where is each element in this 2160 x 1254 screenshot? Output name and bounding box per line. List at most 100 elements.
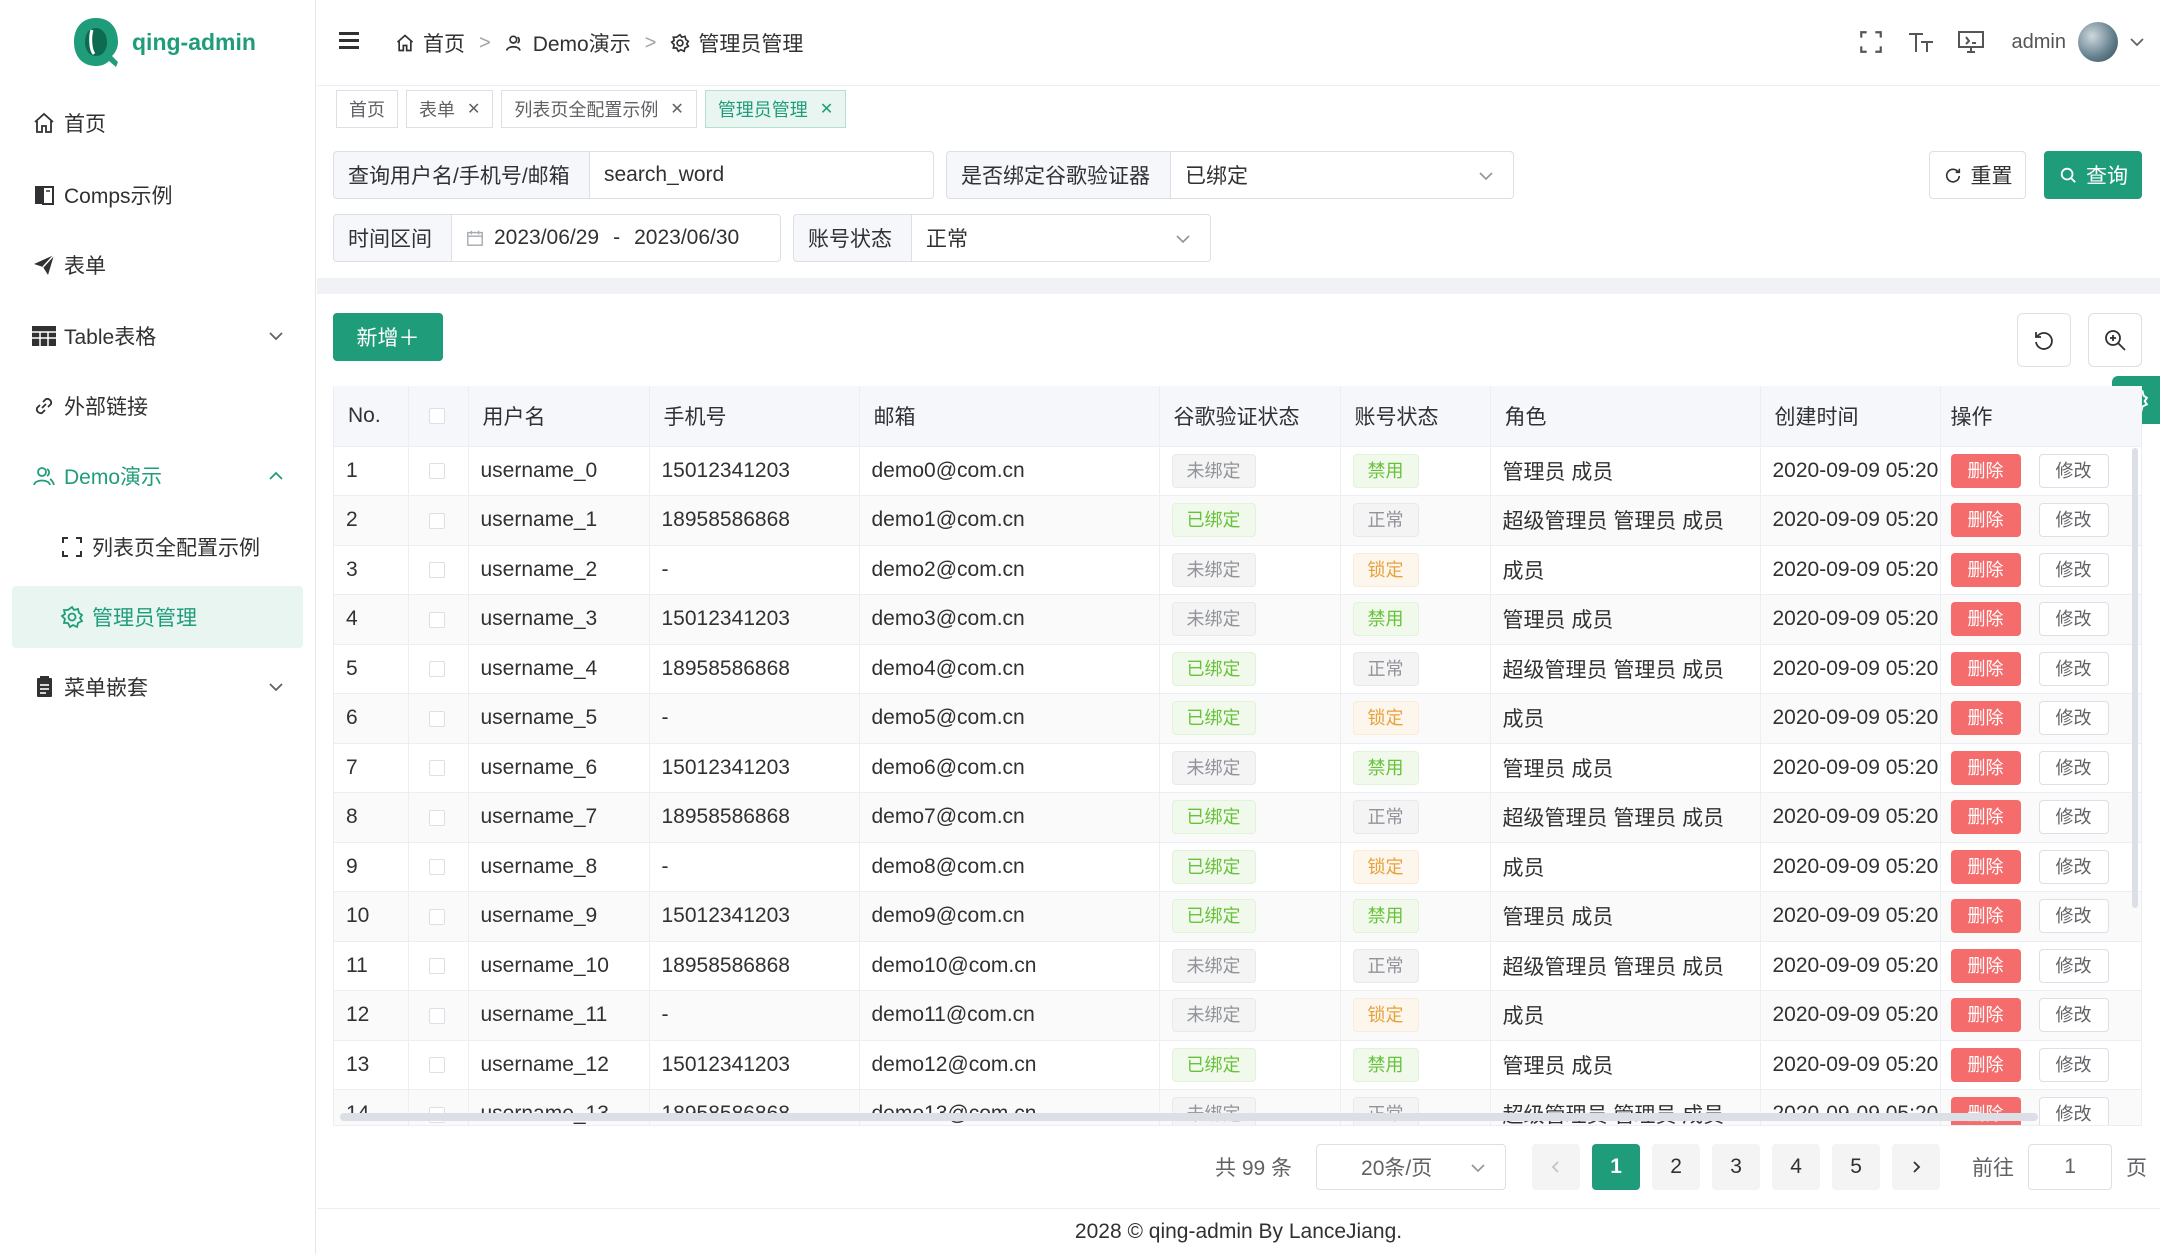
date-range-start[interactable]: 2023/06/29 (494, 226, 599, 250)
delete-button[interactable]: 删除 (1950, 948, 2021, 983)
column-header-username[interactable]: 用户名 (468, 386, 650, 447)
delete-button[interactable]: 删除 (1950, 998, 2021, 1033)
add-button[interactable]: 新增＋ (333, 313, 443, 361)
edit-button[interactable]: 修改 (2038, 701, 2109, 736)
row-checkbox[interactable] (428, 463, 445, 480)
cell-select[interactable] (408, 990, 469, 1041)
delete-button[interactable]: 删除 (1950, 1097, 2021, 1125)
sidebar-item-home[interactable]: 首页 (12, 92, 303, 154)
fullscreen-icon[interactable] (1856, 27, 1886, 57)
column-header-roles[interactable]: 角色 (1490, 386, 1761, 447)
column-header-phone[interactable]: 手机号 (649, 386, 860, 447)
delete-button[interactable]: 删除 (1950, 552, 2021, 587)
delete-button[interactable]: 删除 (1950, 701, 2021, 736)
date-range-picker[interactable]: 2023/06/29 - 2023/06/30 (451, 214, 781, 262)
row-checkbox[interactable] (428, 760, 445, 777)
account-status-select[interactable]: 正常 (911, 214, 1211, 262)
cell-select[interactable] (408, 743, 469, 793)
cell-select[interactable] (408, 693, 469, 744)
delete-button[interactable]: 删除 (1950, 602, 2021, 637)
cell-select[interactable] (408, 545, 469, 595)
screen-lock-icon[interactable] (1956, 27, 1986, 57)
next-page-button[interactable] (1892, 1144, 1941, 1190)
refresh-table-button[interactable] (2017, 313, 2071, 367)
prev-page-button[interactable] (1532, 1144, 1581, 1190)
page-button-2[interactable]: 2 (1652, 1144, 1701, 1190)
zoom-search-button[interactable] (2088, 313, 2142, 367)
delete-button[interactable]: 删除 (1950, 453, 2021, 488)
cell-select[interactable] (408, 792, 469, 843)
google-bind-select[interactable]: 已绑定 (1170, 151, 1514, 199)
query-button[interactable]: 查询 (2044, 151, 2142, 199)
page-size-select[interactable]: 20条/页 (1316, 1144, 1507, 1190)
menu-toggle-icon[interactable] (339, 32, 359, 50)
font-size-icon[interactable] (1906, 27, 1936, 57)
sidebar-item-list-demo[interactable]: 列表页全配置示例 (12, 516, 303, 578)
sidebar-item-admin-manage[interactable]: 管理员管理 (12, 586, 303, 648)
tag-form[interactable]: 表单 ✕ (406, 90, 494, 128)
column-header-no[interactable]: No. (334, 386, 409, 447)
cell-select[interactable] (408, 941, 469, 991)
breadcrumb-item-home[interactable]: 首页 (395, 28, 465, 58)
close-icon[interactable]: ✕ (820, 99, 833, 119)
sidebar-item-demo[interactable]: Demo演示 (12, 445, 303, 507)
close-icon[interactable]: ✕ (467, 99, 480, 119)
delete-button[interactable]: 删除 (1950, 651, 2021, 686)
row-checkbox[interactable] (428, 859, 445, 876)
horizontal-scrollbar[interactable] (340, 1113, 2038, 1121)
sidebar-item-external-link[interactable]: 外部链接 (12, 375, 303, 437)
avatar[interactable] (2078, 22, 2118, 62)
user-name[interactable]: admin (2012, 31, 2066, 54)
sidebar-item-form[interactable]: 表单 (12, 234, 303, 296)
tag-admin-manage[interactable]: 管理员管理 ✕ (704, 90, 847, 128)
cell-select[interactable] (408, 446, 469, 496)
edit-button[interactable]: 修改 (2038, 503, 2109, 538)
chevron-down-icon[interactable] (2128, 33, 2146, 51)
row-checkbox[interactable] (428, 661, 445, 678)
row-checkbox[interactable] (428, 1007, 445, 1024)
delete-button[interactable]: 删除 (1950, 1047, 2021, 1082)
edit-button[interactable]: 修改 (2038, 602, 2109, 637)
sidebar-item-table[interactable]: Table表格 (12, 305, 303, 367)
edit-button[interactable]: 修改 (2038, 800, 2109, 835)
column-header-created[interactable]: 创建时间 (1760, 386, 1941, 447)
page-button-4[interactable]: 4 (1772, 1144, 1821, 1190)
delete-button[interactable]: 删除 (1950, 800, 2021, 835)
cell-select[interactable] (408, 891, 469, 942)
edit-button[interactable]: 修改 (2038, 899, 2109, 934)
app-logo[interactable]: qing-admin (72, 16, 256, 68)
select-all-checkbox[interactable] (428, 408, 445, 425)
goto-page-input[interactable]: 1 (2028, 1144, 2113, 1190)
edit-button[interactable]: 修改 (2038, 453, 2109, 488)
page-button-3[interactable]: 3 (1712, 1144, 1761, 1190)
row-checkbox[interactable] (428, 611, 445, 628)
cell-select[interactable] (408, 594, 469, 645)
cell-select[interactable] (408, 644, 469, 694)
edit-button[interactable]: 修改 (2038, 1047, 2109, 1082)
row-checkbox[interactable] (428, 710, 445, 727)
close-icon[interactable]: ✕ (670, 99, 683, 119)
delete-button[interactable]: 删除 (1950, 899, 2021, 934)
cell-select[interactable] (408, 1040, 469, 1090)
edit-button[interactable]: 修改 (2038, 849, 2109, 884)
cell-select[interactable] (408, 842, 469, 892)
column-header-account-status[interactable]: 账号状态 (1340, 386, 1491, 447)
page-button-5[interactable]: 5 (1832, 1144, 1881, 1190)
tag-home[interactable]: 首页 (336, 90, 398, 128)
edit-button[interactable]: 修改 (2038, 750, 2109, 785)
delete-button[interactable]: 删除 (1950, 503, 2021, 538)
sidebar-item-comps[interactable]: Comps示例 (12, 164, 303, 226)
edit-button[interactable]: 修改 (2038, 552, 2109, 587)
edit-button[interactable]: 修改 (2038, 998, 2109, 1033)
column-header-email[interactable]: 邮箱 (859, 386, 1160, 447)
vertical-scrollbar[interactable] (2132, 448, 2138, 908)
row-checkbox[interactable] (428, 512, 445, 529)
edit-button[interactable]: 修改 (2038, 948, 2109, 983)
edit-button[interactable]: 修改 (2038, 651, 2109, 686)
breadcrumb-item-demo[interactable]: Demo演示 (505, 28, 631, 58)
page-button-1[interactable]: 1 (1592, 1144, 1641, 1190)
edit-button[interactable]: 修改 (2038, 1097, 2109, 1125)
row-checkbox[interactable] (428, 562, 445, 579)
delete-button[interactable]: 删除 (1950, 750, 2021, 785)
row-checkbox[interactable] (428, 908, 445, 925)
